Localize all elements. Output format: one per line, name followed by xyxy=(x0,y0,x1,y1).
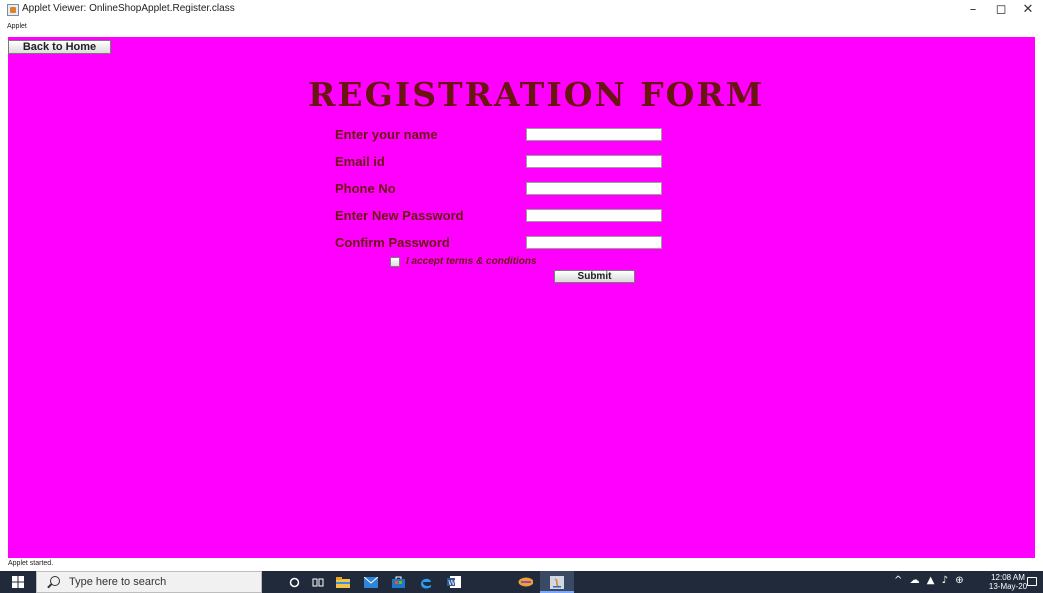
taskbar-search[interactable]: Type here to search xyxy=(36,571,262,593)
new-password-label: Enter New Password xyxy=(335,208,464,223)
java-applet-icon[interactable] xyxy=(549,575,564,589)
start-button[interactable] xyxy=(0,571,36,593)
maximize-button[interactable]: ◻ xyxy=(986,0,1016,20)
back-to-home-button[interactable]: Back to Home xyxy=(8,40,111,54)
terms-label: I accept terms & conditions xyxy=(406,256,537,267)
file-explorer-icon[interactable] xyxy=(335,575,350,589)
confirm-password-input[interactable] xyxy=(526,236,662,249)
window-title: Applet Viewer: OnlineShopApplet.Register… xyxy=(22,3,235,14)
edge-icon[interactable] xyxy=(418,575,433,589)
java-app-icon[interactable] xyxy=(518,575,533,589)
status-text: Applet started. xyxy=(8,560,54,567)
title-bar: Applet Viewer: OnlineShopApplet.Register… xyxy=(0,0,1043,20)
new-password-input[interactable] xyxy=(526,209,662,222)
confirm-password-label: Confirm Password xyxy=(335,235,450,250)
volume-icon[interactable]: ♪ xyxy=(942,575,948,586)
phone-input[interactable] xyxy=(526,182,662,195)
status-bar: Applet started. xyxy=(0,558,1043,571)
submit-button[interactable]: Submit xyxy=(554,270,635,283)
form-title: REGISTRATION FORM xyxy=(308,75,765,114)
clock[interactable]: 12:08 AM 13-May-20 xyxy=(987,573,1029,591)
mail-icon[interactable] xyxy=(363,575,378,589)
word-icon[interactable]: W xyxy=(446,575,461,589)
chevron-up-icon[interactable]: ^ xyxy=(894,575,902,586)
name-input[interactable] xyxy=(526,128,662,141)
name-label: Enter your name xyxy=(335,127,438,142)
svg-text:W: W xyxy=(448,579,455,587)
system-tray: ^ ☁ ▲ ♪ ⊕ xyxy=(894,575,964,586)
search-placeholder: Type here to search xyxy=(69,576,167,588)
applet-panel: Back to Home REGISTRATION FORM Enter you… xyxy=(8,37,1035,558)
cortana-icon[interactable] xyxy=(287,575,302,589)
minimize-button[interactable]: – xyxy=(958,0,988,20)
search-icon xyxy=(50,576,60,586)
clock-date: 13-May-20 xyxy=(988,582,1028,591)
taskbar: Type here to search W ^ ☁ ▲ ♪ ⊕ 12:08 AM… xyxy=(0,571,1043,593)
store-icon[interactable] xyxy=(391,575,406,589)
applet-menu[interactable]: Applet xyxy=(7,23,27,30)
notification-icon[interactable] xyxy=(1027,577,1037,586)
terms-checkbox[interactable] xyxy=(390,257,400,267)
email-input[interactable] xyxy=(526,155,662,168)
clock-time: 12:08 AM xyxy=(991,573,1025,582)
applet-viewer-window: Applet Viewer: OnlineShopApplet.Register… xyxy=(0,0,1043,593)
wifi-icon[interactable]: ▲ xyxy=(927,575,935,586)
phone-label: Phone No xyxy=(335,181,396,196)
close-button[interactable]: ✕ xyxy=(1013,0,1043,20)
language-icon[interactable]: ⊕ xyxy=(955,575,963,586)
task-view-icon[interactable] xyxy=(310,575,325,589)
network-icon[interactable]: ☁ xyxy=(910,575,920,586)
windows-icon xyxy=(12,576,24,588)
email-label: Email id xyxy=(335,154,385,169)
java-icon xyxy=(7,4,19,16)
menu-bar: Applet xyxy=(0,21,1043,35)
